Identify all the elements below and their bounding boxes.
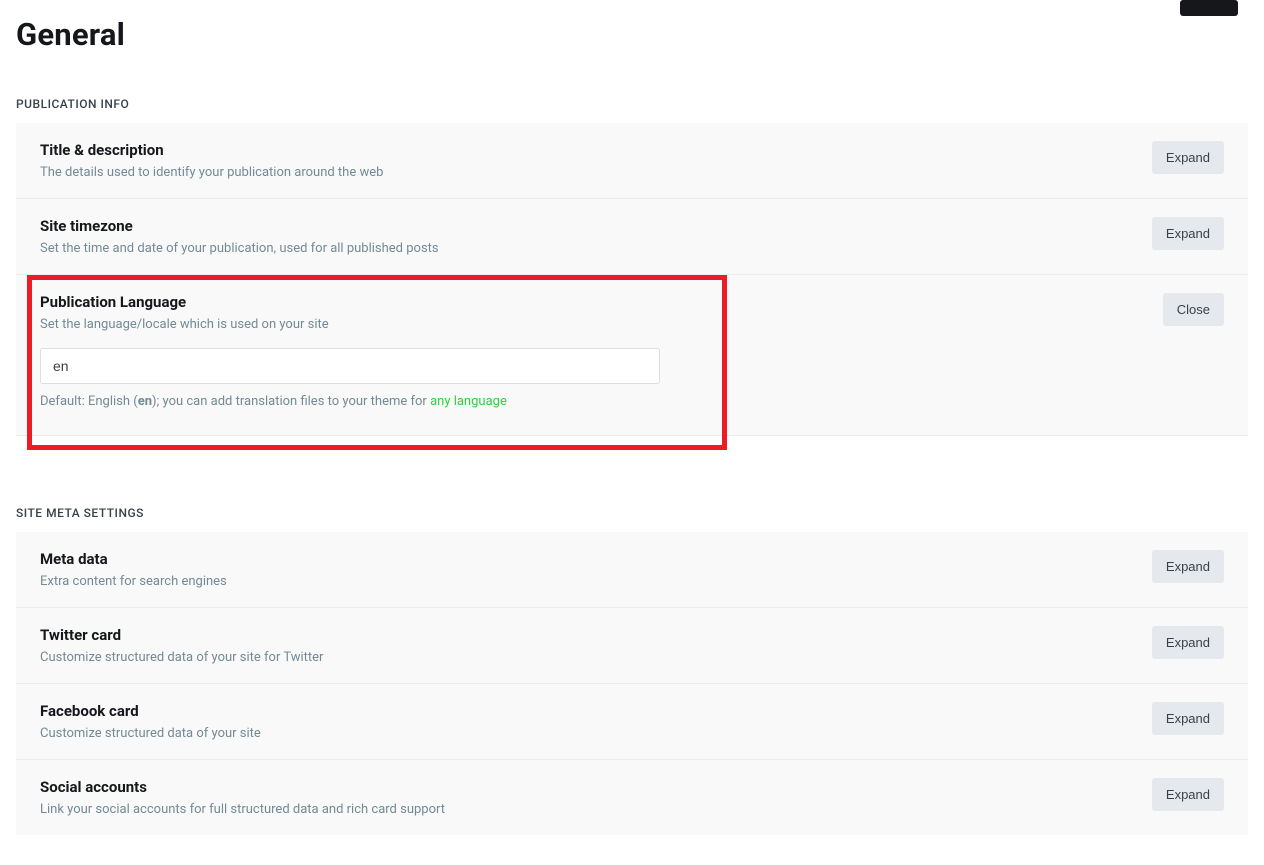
- highlight-publication-language: Publication Language Set the language/lo…: [16, 275, 1248, 436]
- row-title: Title & description: [40, 141, 383, 159]
- section-label-site-meta: SITE META SETTINGS: [16, 506, 1248, 520]
- language-help-text: Default: English (en); you can add trans…: [40, 394, 1224, 409]
- section-label-publication-info: PUBLICATION INFO: [16, 97, 1248, 111]
- expand-button[interactable]: Expand: [1152, 141, 1224, 174]
- row-title: Site timezone: [40, 217, 439, 235]
- language-input-wrap: [40, 348, 1224, 384]
- row-title: Meta data: [40, 550, 227, 568]
- row-desc: The details used to identify your public…: [40, 165, 383, 180]
- row-facebook-card: Facebook card Customize structured data …: [16, 684, 1248, 760]
- row-title-description: Title & description The details used to …: [16, 123, 1248, 199]
- row-publication-language: Publication Language Set the language/lo…: [16, 275, 1248, 436]
- expand-button[interactable]: Expand: [1152, 778, 1224, 811]
- row-meta-data: Meta data Extra content for search engin…: [16, 532, 1248, 608]
- row-site-timezone: Site timezone Set the time and date of y…: [16, 199, 1248, 275]
- expand-button[interactable]: Expand: [1152, 702, 1224, 735]
- row-text: Site timezone Set the time and date of y…: [40, 217, 439, 256]
- expand-button[interactable]: Expand: [1152, 550, 1224, 583]
- row-title: Twitter card: [40, 626, 323, 644]
- row-title: Publication Language: [40, 293, 329, 311]
- site-meta-rows: Meta data Extra content for search engin…: [16, 532, 1248, 835]
- row-text: Twitter card Customize structured data o…: [40, 626, 323, 665]
- row-desc: Set the language/locale which is used on…: [40, 317, 329, 332]
- close-button[interactable]: Close: [1163, 293, 1224, 326]
- row-text: Publication Language Set the language/lo…: [40, 293, 329, 332]
- row-desc: Set the time and date of your publicatio…: [40, 241, 439, 256]
- publication-language-input[interactable]: [40, 348, 660, 384]
- help-prefix: Default: English (: [40, 394, 138, 409]
- row-desc: Extra content for search engines: [40, 574, 227, 589]
- expand-button[interactable]: Expand: [1152, 626, 1224, 659]
- expand-button[interactable]: Expand: [1152, 217, 1224, 250]
- top-bar: [16, 0, 1248, 16]
- row-twitter-card: Twitter card Customize structured data o…: [16, 608, 1248, 684]
- row-text: Meta data Extra content for search engin…: [40, 550, 227, 589]
- row-title: Facebook card: [40, 702, 261, 720]
- help-middle: ); you can add translation files to your…: [152, 394, 430, 409]
- row-social-accounts: Social accounts Link your social account…: [16, 760, 1248, 835]
- row-text: Title & description The details used to …: [40, 141, 383, 180]
- publication-info-rows: Title & description The details used to …: [16, 123, 1248, 436]
- row-text: Social accounts Link your social account…: [40, 778, 445, 817]
- any-language-link[interactable]: any language: [430, 394, 507, 409]
- row-desc: Customize structured data of your site f…: [40, 650, 323, 665]
- page-title: General: [16, 16, 1248, 53]
- row-desc: Customize structured data of your site: [40, 726, 261, 741]
- row-desc: Link your social accounts for full struc…: [40, 802, 445, 817]
- expanded-header: Publication Language Set the language/lo…: [40, 293, 1224, 332]
- save-button[interactable]: [1180, 0, 1238, 16]
- help-bold: en: [138, 394, 152, 409]
- row-title: Social accounts: [40, 778, 445, 796]
- row-text: Facebook card Customize structured data …: [40, 702, 261, 741]
